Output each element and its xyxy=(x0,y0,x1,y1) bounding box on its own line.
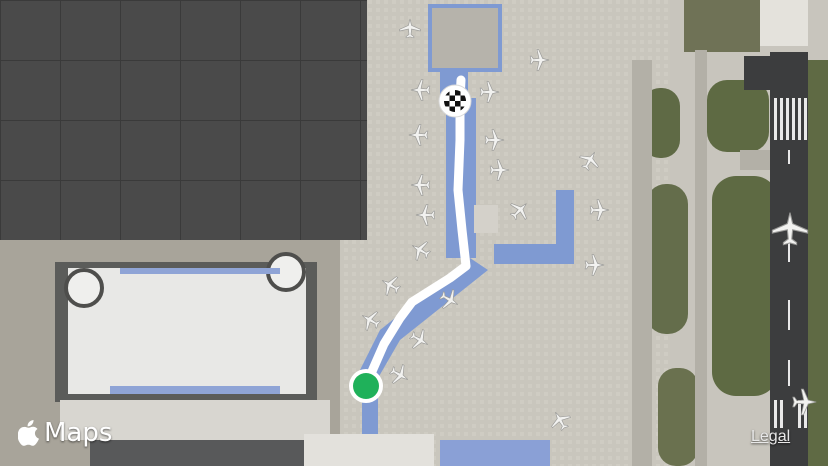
apron-area xyxy=(340,0,670,466)
maps-label: Maps xyxy=(44,418,113,448)
loading-tile-region xyxy=(0,0,367,240)
map-canvas[interactable] xyxy=(0,0,828,466)
start-point-icon[interactable] xyxy=(349,369,383,403)
destination-checkered-flag-icon[interactable] xyxy=(438,84,472,118)
apple-maps-logo: Maps xyxy=(18,418,112,448)
apple-logo-icon xyxy=(18,420,39,446)
legal-link[interactable]: Legal xyxy=(751,428,790,446)
